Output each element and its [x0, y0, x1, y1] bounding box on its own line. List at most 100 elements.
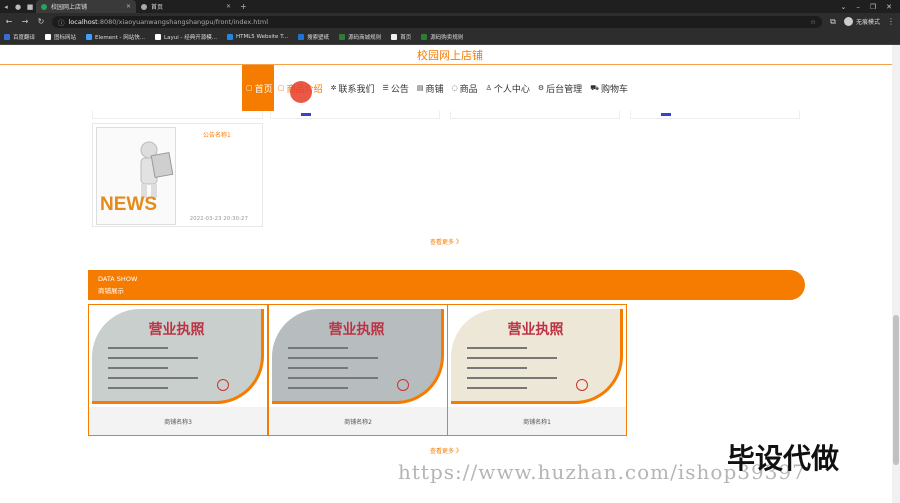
page-viewport: 校园网上店铺 NEWS 公告名称1 2022-03-23 20:30:27 查看… — [0, 45, 900, 503]
notice-title[interactable]: 公告名称1 — [203, 130, 231, 139]
seal-icon — [397, 379, 409, 391]
license-text-line — [288, 367, 348, 369]
close-window-icon[interactable]: ✕ — [886, 3, 892, 11]
window-icon[interactable]: ■ — [24, 0, 36, 13]
shop-name[interactable]: 商铺名称1 — [448, 407, 626, 435]
shop-name[interactable]: 商铺名称2 — [269, 407, 447, 435]
nav-label: 个人中心 — [493, 84, 530, 95]
bookmark-item[interactable]: Layui - 经典开源模... — [155, 33, 217, 41]
section-title-en: DATA SHOW — [98, 275, 138, 283]
back-icon[interactable]: ← — [4, 17, 14, 26]
nav-label: 后台管理 — [546, 84, 583, 95]
bookmark-item[interactable]: 搜索壁纸 — [298, 33, 329, 41]
bookmark-label: 首页 — [400, 35, 412, 41]
bookmark-label: 源码商城规则 — [348, 35, 382, 41]
nav-item-0[interactable]: ▢ 首页 — [242, 65, 274, 111]
shop-license-photo: 营业执照 — [451, 309, 623, 404]
bookmark-label: 搜索壁纸 — [307, 35, 330, 41]
page-scrollbar[interactable] — [892, 45, 900, 503]
address-toolbar: ← → ↻ ⓘ localhost:8080/xiaoyuanwangshang… — [0, 13, 900, 30]
tab-close-icon[interactable]: ✕ — [226, 3, 231, 10]
bookmark-item[interactable]: HTML5 Website T... — [226, 34, 289, 40]
license-text-line — [108, 377, 198, 379]
notice-more-link[interactable]: 查看更多 》 — [0, 237, 892, 246]
tab-menu-icon[interactable]: ◂ — [0, 0, 12, 13]
new-tab-icon[interactable]: + — [240, 2, 247, 11]
profile-button[interactable]: 无痕模式 — [843, 17, 880, 26]
bookmark-label: 图标网站 — [54, 35, 77, 41]
bookmark-icon — [4, 34, 10, 40]
nav-icon: ⚙ — [537, 84, 545, 92]
shop-card[interactable]: 营业执照商铺名称2 — [268, 304, 448, 436]
license-text-line — [467, 347, 527, 349]
tab-label: 首页 — [151, 4, 164, 11]
bookmark-icon — [86, 34, 93, 40]
nav-item-2[interactable]: ✲ 联系我们 — [327, 65, 379, 111]
shop-section-header: DATA SHOW 商铺展示 — [88, 270, 805, 300]
bookmark-star-icon[interactable]: ☆ — [810, 18, 816, 26]
nav-item-6[interactable]: ♙ 个人中心 — [482, 65, 534, 111]
incognito-icon — [843, 17, 853, 26]
browser-logo-icon: ● — [14, 2, 22, 11]
tab-active[interactable]: 校园网上店铺 ✕ — [36, 0, 136, 13]
nav-item-5[interactable]: ◌ 商品 — [447, 65, 481, 111]
scrollbar-thumb[interactable] — [893, 315, 899, 465]
license-text-line — [467, 387, 527, 389]
minimize-icon[interactable]: – — [856, 3, 860, 11]
tab-favicon-icon — [141, 3, 147, 10]
news-image-text: NEWS — [100, 194, 157, 215]
bookmark-item[interactable]: 源码购卖规则 — [421, 33, 463, 41]
browser-tab-bar: ◂ ● ■ 校园网上店铺 ✕ 首页 ✕ + ⌄ – ❐ ✕ — [0, 0, 900, 13]
notice-card-cut — [450, 111, 620, 119]
nav-item-4[interactable]: ▤ 商铺 — [413, 65, 448, 111]
license-text-line — [288, 347, 348, 349]
license-title: 营业执照 — [328, 322, 385, 338]
license-text-line — [108, 347, 168, 349]
license-title: 营业执照 — [507, 322, 564, 338]
info-icon[interactable]: ⓘ — [58, 17, 65, 27]
dropdown-icon[interactable]: ⌄ — [840, 3, 846, 11]
extensions-icon[interactable]: ⧉ — [828, 17, 838, 27]
nav-icon: ☰ — [382, 84, 389, 92]
nav-item-7[interactable]: ⚙ 后台管理 — [534, 65, 586, 111]
watermark-text: 毕设代做 — [727, 442, 840, 475]
license-text-line — [288, 357, 378, 359]
bookmark-item[interactable]: 百度翻译 — [4, 33, 35, 41]
nav-icon: ♙ — [485, 84, 492, 92]
nav-icon: ⛟ — [590, 83, 599, 92]
bookmark-item[interactable]: Element - 网站快... — [86, 33, 145, 41]
shop-name[interactable]: 商铺名称3 — [89, 407, 267, 435]
notice-card[interactable]: NEWS 公告名称1 2022-03-23 20:30:27 — [92, 123, 263, 227]
forward-icon[interactable]: → — [20, 17, 30, 26]
bookmark-item[interactable]: 图标网站 — [45, 33, 76, 41]
bookmarks-bar: 百度翻译 图标网站 Element - 网站快... Layui - 经典开源模...… — [0, 30, 900, 45]
bookmark-label: 百度翻译 — [13, 35, 36, 41]
shop-license-photo: 营业执照 — [92, 309, 264, 404]
cursor-highlight — [290, 81, 312, 103]
license-title: 营业执照 — [148, 322, 205, 338]
notice-date: 2022-03-23 20:30:27 — [189, 216, 248, 222]
bookmark-item[interactable]: 首页 — [391, 33, 411, 41]
news-image: NEWS — [96, 127, 176, 225]
notice-card-cut — [630, 111, 800, 119]
bookmark-item[interactable]: 源码商城规则 — [339, 33, 381, 41]
notice-card-cut — [92, 111, 263, 119]
tab-inactive[interactable]: 首页 ✕ — [136, 0, 236, 13]
reload-icon[interactable]: ↻ — [36, 17, 46, 26]
url-bar[interactable]: ⓘ localhost:8080/xiaoyuanwangshangshangp… — [52, 15, 822, 28]
bookmark-icon — [391, 34, 398, 40]
shop-card[interactable]: 营业执照商铺名称3 — [88, 304, 268, 436]
maximize-icon[interactable]: ❐ — [870, 3, 876, 11]
bookmark-label: 源码购卖规则 — [430, 35, 464, 41]
nav-item-3[interactable]: ☰ 公告 — [379, 65, 413, 111]
license-text-line — [467, 357, 557, 359]
section-title-cn: 商铺展示 — [98, 287, 124, 295]
nav-item-8[interactable]: ⛟ 购物车 — [586, 65, 632, 111]
profile-label: 无痕模式 — [855, 19, 880, 26]
bookmark-label: HTML5 Website T... — [235, 34, 289, 40]
nav-label: 商品 — [459, 84, 478, 95]
shop-card[interactable]: 营业执照商铺名称1 — [447, 304, 627, 436]
bookmark-icon — [298, 34, 305, 40]
menu-icon[interactable]: ⋮ — [886, 17, 896, 26]
tab-close-icon[interactable]: ✕ — [126, 3, 131, 10]
